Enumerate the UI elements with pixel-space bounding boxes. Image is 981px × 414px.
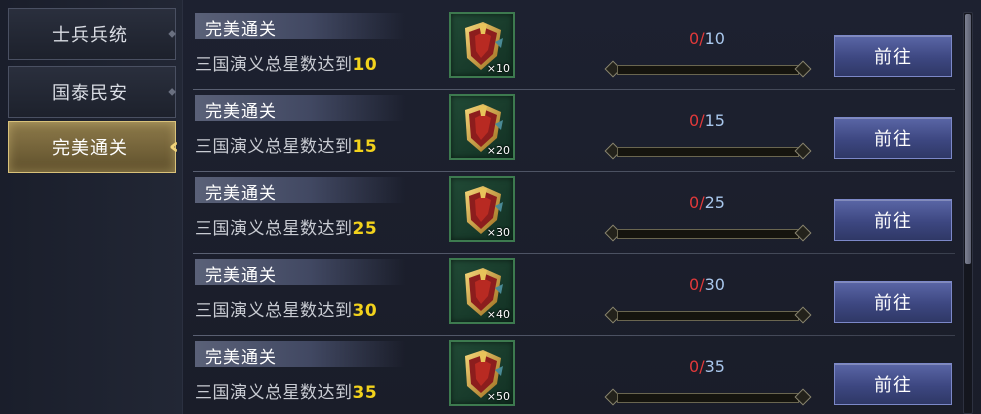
progress-track bbox=[617, 311, 799, 321]
list-item: 完美通关 三国演义总星数达到25 ×30 0/25 前往 bbox=[193, 172, 955, 254]
row-title: 完美通关 bbox=[205, 20, 277, 40]
list-item: 完美通关 三国演义总星数达到10 ×10 0/10 前往 bbox=[193, 8, 955, 90]
double-chevron-left-icon: ‹‹ bbox=[168, 134, 180, 160]
progress-total: 25 bbox=[704, 193, 725, 212]
go-button[interactable]: 前往 bbox=[834, 281, 952, 323]
tab-prosperity[interactable]: 国泰民安 ◆ bbox=[8, 66, 176, 118]
progress-bar bbox=[604, 142, 812, 160]
diamond-icon: ◆ bbox=[168, 86, 177, 98]
list-item: 完美通关 三国演义总星数达到15 ×20 0/15 前往 bbox=[193, 90, 955, 172]
progress-bar bbox=[604, 306, 812, 324]
go-button[interactable]: 前往 bbox=[834, 199, 952, 241]
title-ribbon: 完美通关 bbox=[195, 95, 405, 122]
target-number: 35 bbox=[352, 383, 378, 403]
description-text: 三国演义总星数达到 bbox=[195, 55, 353, 75]
row-description: 三国演义总星数达到35 bbox=[195, 378, 377, 403]
progress-current: 0 bbox=[689, 357, 700, 376]
tab-soldiers[interactable]: 士兵兵统 ◆ bbox=[8, 8, 176, 60]
achievement-list: 完美通关 三国演义总星数达到10 ×10 0/10 前往 完美通关 三国演义总星… bbox=[193, 8, 955, 414]
progress-text: 0/15 bbox=[689, 111, 725, 130]
row-title: 完美通关 bbox=[205, 266, 277, 286]
go-button[interactable]: 前往 bbox=[834, 117, 952, 159]
reward-item[interactable]: ×10 bbox=[449, 12, 515, 78]
progress-text: 0/10 bbox=[689, 29, 725, 48]
description-text: 三国演义总星数达到 bbox=[195, 137, 353, 157]
row-description: 三国演义总星数达到15 bbox=[195, 132, 377, 157]
progress-text: 0/35 bbox=[689, 357, 725, 376]
title-ribbon: 完美通关 bbox=[195, 177, 405, 204]
diamond-icon: ◆ bbox=[168, 28, 177, 40]
scroll-thumb[interactable] bbox=[965, 14, 971, 264]
progress-track bbox=[617, 393, 799, 403]
scrollbar[interactable] bbox=[963, 12, 973, 414]
target-number: 10 bbox=[352, 55, 378, 75]
description-text: 三国演义总星数达到 bbox=[195, 383, 353, 403]
title-ribbon: 完美通关 bbox=[195, 341, 405, 368]
progress-current: 0 bbox=[689, 193, 700, 212]
tab-perfect-clear[interactable]: 完美通关 ‹‹ bbox=[8, 121, 180, 173]
row-description: 三国演义总星数达到25 bbox=[195, 214, 377, 239]
reward-item[interactable]: ×30 bbox=[449, 176, 515, 242]
list-item: 完美通关 三国演义总星数达到30 ×40 0/30 前往 bbox=[193, 254, 955, 336]
progress-bar bbox=[604, 60, 812, 78]
progress-current: 0 bbox=[689, 111, 700, 130]
description-text: 三国演义总星数达到 bbox=[195, 301, 353, 321]
item-count: ×50 bbox=[486, 390, 510, 403]
go-button[interactable]: 前往 bbox=[834, 35, 952, 77]
progress-track bbox=[617, 65, 799, 75]
progress-track bbox=[617, 147, 799, 157]
tab-label: 完美通关 bbox=[52, 138, 128, 159]
sidebar: 士兵兵统 ◆ 国泰民安 ◆ 完美通关 ‹‹ bbox=[0, 0, 183, 414]
tab-label: 士兵兵统 bbox=[52, 25, 128, 46]
progress-text: 0/25 bbox=[689, 193, 725, 212]
row-title: 完美通关 bbox=[205, 348, 277, 368]
description-text: 三国演义总星数达到 bbox=[195, 219, 353, 239]
reward-item[interactable]: ×40 bbox=[449, 258, 515, 324]
achievement-panel: 士兵兵统 ◆ 国泰民安 ◆ 完美通关 ‹‹ 完美通关 三国演义总星数达到10 ×… bbox=[0, 0, 981, 414]
item-count: ×10 bbox=[486, 62, 510, 75]
row-description: 三国演义总星数达到10 bbox=[195, 50, 377, 75]
progress-track bbox=[617, 229, 799, 239]
title-ribbon: 完美通关 bbox=[195, 13, 405, 40]
title-ribbon: 完美通关 bbox=[195, 259, 405, 286]
progress-text: 0/30 bbox=[689, 275, 725, 294]
list-item: 完美通关 三国演义总星数达到35 ×50 0/35 前往 bbox=[193, 336, 955, 414]
item-count: ×40 bbox=[486, 308, 510, 321]
progress-current: 0 bbox=[689, 29, 700, 48]
progress-total: 30 bbox=[704, 275, 725, 294]
progress-bar bbox=[604, 388, 812, 406]
progress-current: 0 bbox=[689, 275, 700, 294]
target-number: 25 bbox=[352, 219, 378, 239]
item-count: ×30 bbox=[486, 226, 510, 239]
progress-total: 15 bbox=[704, 111, 725, 130]
row-title: 完美通关 bbox=[205, 184, 277, 204]
tab-label: 国泰民安 bbox=[52, 83, 128, 104]
item-count: ×20 bbox=[486, 144, 510, 157]
progress-total: 35 bbox=[704, 357, 725, 376]
target-number: 15 bbox=[352, 137, 378, 157]
row-title: 完美通关 bbox=[205, 102, 277, 122]
row-description: 三国演义总星数达到30 bbox=[195, 296, 377, 321]
reward-item[interactable]: ×20 bbox=[449, 94, 515, 160]
progress-total: 10 bbox=[704, 29, 725, 48]
reward-item[interactable]: ×50 bbox=[449, 340, 515, 406]
target-number: 30 bbox=[352, 301, 378, 321]
go-button[interactable]: 前往 bbox=[834, 363, 952, 405]
progress-bar bbox=[604, 224, 812, 242]
